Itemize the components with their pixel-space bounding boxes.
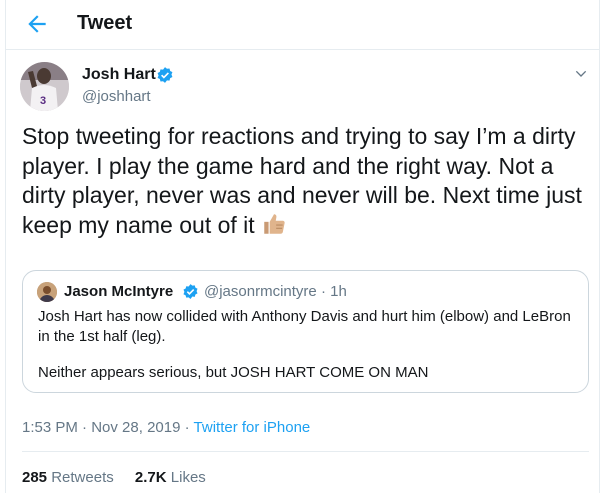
author-handle[interactable]: @joshhart xyxy=(82,88,151,105)
author-name[interactable]: Josh Hart xyxy=(82,66,156,84)
page-title: Tweet xyxy=(77,12,133,34)
retweets-stat[interactable]: 285 Retweets xyxy=(22,469,114,486)
quote-time: 1h xyxy=(330,283,347,300)
quote-text: Josh Hart has now collided with Anthony … xyxy=(38,307,573,383)
likes-count: 2.7K xyxy=(134,469,167,486)
retweets-label: Retweets xyxy=(51,469,114,486)
likes-label: Likes xyxy=(170,469,206,486)
quote-avatar xyxy=(37,282,57,302)
engagement-stats: 285 Retweets 2.7K Likes xyxy=(22,469,206,486)
tweet-text: Stop tweeting for reactions and trying t… xyxy=(22,122,587,240)
verified-badge-icon xyxy=(183,284,198,299)
avatar[interactable]: 3 xyxy=(20,62,69,111)
avatar-image: 3 xyxy=(20,62,69,111)
quote-author-name: Jason McIntyre xyxy=(64,283,174,300)
quote-paragraph: Neither appears serious, but JOSH HART C… xyxy=(38,364,429,381)
header: Tweet xyxy=(6,0,599,50)
tweet-time[interactable]: 1:53 PM xyxy=(22,419,78,436)
quote-handle-text: @jasonrmcintyre xyxy=(204,283,317,300)
verified-badge-icon xyxy=(157,67,173,83)
tweet-text-body: Stop tweeting for reactions and trying t… xyxy=(22,123,582,238)
quoted-tweet[interactable]: Jason McIntyre @jasonrmcintyre · 1h Josh… xyxy=(22,270,589,393)
avatar-jersey-number: 3 xyxy=(40,95,46,107)
thumbs-up-icon xyxy=(263,213,285,234)
quote-separator: · xyxy=(320,283,326,300)
retweets-count: 285 xyxy=(22,469,48,486)
tweet-date[interactable]: Nov 28, 2019 xyxy=(91,419,180,436)
quote-avatar-image xyxy=(37,282,57,302)
tweet-metadata: 1:53 PM · Nov 28, 2019 · Twitter for iPh… xyxy=(22,419,310,436)
likes-stat[interactable]: 2.7K Likes xyxy=(135,469,206,486)
chevron-down-icon[interactable] xyxy=(573,66,589,82)
quote-paragraph: Josh Hart has now collided with Anthony … xyxy=(38,308,571,345)
tweet-detail-panel: Tweet 3 Josh Hart @joshhart Stop tweetin… xyxy=(5,0,600,493)
meta-separator: · xyxy=(184,419,190,436)
meta-separator: · xyxy=(82,419,88,436)
divider xyxy=(22,451,589,452)
source-link[interactable]: Twitter for iPhone xyxy=(194,419,311,436)
arrow-left-icon[interactable] xyxy=(24,11,50,37)
quote-author-handle: @jasonrmcintyre · 1h xyxy=(204,283,347,300)
